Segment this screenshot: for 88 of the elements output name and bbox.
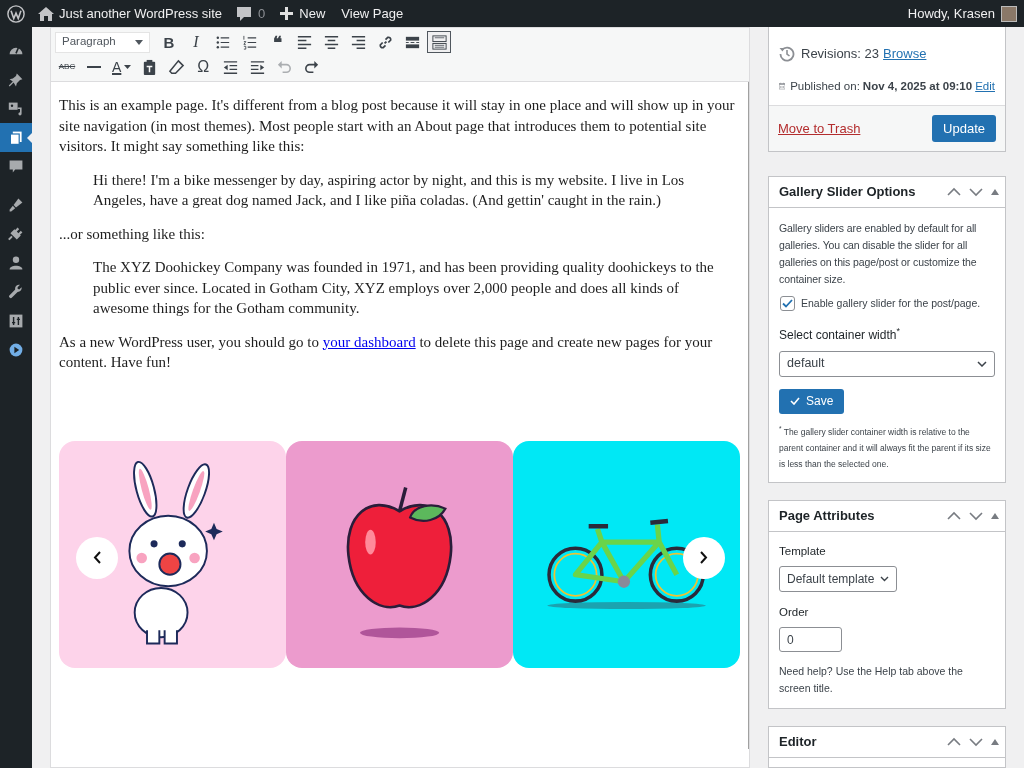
brush-icon	[8, 196, 24, 213]
eraser-icon	[167, 58, 185, 76]
help-text: Need help? Use the Help tab above the screen title.	[779, 664, 964, 696]
site-name-link[interactable]: Just another WordPress site	[59, 3, 223, 24]
format-select[interactable]: Paragraph	[55, 31, 150, 53]
align-right-icon	[349, 33, 367, 51]
indent-icon	[248, 58, 266, 76]
dropdown-arrow-icon	[135, 39, 143, 45]
container-width-select[interactable]: default	[779, 350, 995, 377]
paragraph: As a new WordPress user, you should go to your dashboard to delete this page and create new pages for your content. Have fun!	[59, 332, 714, 372]
view-page-link[interactable]: View Page	[341, 3, 404, 24]
browse-link[interactable]: Browse	[883, 44, 927, 64]
wrench-icon	[8, 283, 24, 300]
link-icon	[376, 33, 394, 51]
template-label: Template	[779, 543, 827, 559]
home-icon	[38, 6, 54, 21]
toolbar-toggle-icon	[430, 33, 448, 51]
order-field[interactable]: 0	[779, 627, 842, 652]
undo-icon	[275, 58, 293, 76]
strikethrough-button[interactable]: ABC	[55, 56, 79, 78]
collapse-icon[interactable]	[991, 512, 999, 519]
align-left-icon	[295, 33, 313, 51]
history-icon	[779, 45, 795, 62]
collapse-icon[interactable]	[991, 739, 999, 745]
greeting[interactable]: Howdy, Krasen	[907, 3, 995, 24]
move-to-trash-link[interactable]: Move to Trash	[778, 118, 861, 138]
move-up-icon[interactable]	[947, 186, 961, 197]
chevron-right-icon	[700, 551, 708, 564]
paragraph: ...or something like this:	[59, 224, 206, 244]
move-down-icon[interactable]	[969, 186, 983, 197]
dropdown-arrow-icon	[124, 65, 132, 69]
checkmark-icon	[790, 397, 800, 405]
blockquote: Hi there! I'm a bike messenger by day, aspiring actor by night, and this is my website. I live in Los Angeles, have a great dog named Jack, and I like piña coladas. (And gettin' caught in the rain.)	[93, 170, 686, 210]
move-down-icon[interactable]	[969, 737, 983, 747]
blockquote-button[interactable]: ❝	[265, 31, 289, 53]
media-icon	[8, 100, 24, 117]
user-icon	[8, 254, 24, 271]
numbered-list-icon	[241, 33, 259, 51]
box-title: Gallery Slider Options	[779, 183, 917, 201]
menu-item[interactable]	[0, 123, 32, 152]
revisions-text: Revisions: 23	[801, 45, 880, 63]
edit-date-link[interactable]: Edit	[975, 77, 995, 95]
sliders-icon	[8, 312, 24, 329]
current-indicator	[27, 133, 32, 143]
toolbar-toggle-button[interactable]	[427, 31, 451, 53]
special-character-button[interactable]: Ω	[191, 56, 216, 78]
italic-button[interactable]: I	[184, 31, 208, 53]
blockquote: The XYZ Doohickey Company was founded in 1971, and has been providing quality doohickeys to the public ever since. Located in Gotham City, XYZ employs over 2,000 people and does all kinds of awesome things for the Gotham community.	[93, 258, 715, 318]
footnote: $^{*}$ The gallery slider container width is relative to the parent container and it will always fit the parent if its size is less than the selected one.	[779, 424, 992, 471]
checkmark-icon	[782, 299, 793, 309]
avatar-placeholder	[1001, 5, 1017, 22]
update-button[interactable]: Update	[932, 114, 996, 142]
chevron-left-icon	[93, 551, 101, 564]
move-up-icon[interactable]	[947, 510, 961, 521]
text-color-button[interactable]: A	[109, 56, 135, 78]
order-label: Order	[779, 604, 810, 620]
comment-icon	[8, 158, 24, 175]
comment-count[interactable]: 0	[258, 3, 266, 24]
enable-slider-checkbox[interactable]	[780, 296, 795, 312]
comment-icon	[236, 5, 253, 22]
align-center-icon	[322, 33, 340, 51]
new-link[interactable]: New	[299, 3, 326, 24]
bold-button[interactable]: B	[157, 31, 181, 53]
box-title: Page Attributes	[779, 506, 876, 525]
wordpress-logo-icon[interactable]	[7, 4, 25, 23]
box-title: Editor	[779, 733, 818, 752]
chevron-down-icon	[880, 575, 890, 582]
pages-icon	[8, 129, 24, 146]
enable-slider-label: Enable gallery slider for the post/page.	[801, 295, 981, 311]
play-icon	[8, 341, 24, 358]
template-select[interactable]: Default template	[779, 565, 898, 592]
paragraph: This is an example page. It's different from a blog post because it will stay in one place and will show up in your site navigation (in most themes). Most people start with an About page that introduces them to potential site visitors. It might say something like this:	[59, 96, 736, 156]
move-down-icon[interactable]	[969, 510, 983, 521]
plug-icon	[8, 225, 24, 242]
horizontal-line-icon	[87, 66, 101, 68]
container-width-label: Select container width$^{*}$	[779, 325, 901, 344]
dashboard-link[interactable]: your dashboard	[322, 333, 416, 350]
published-date: Nov 4, 2025 at 09:10	[862, 78, 973, 94]
published-label: Published on:	[790, 78, 860, 94]
chevron-down-icon	[977, 360, 987, 367]
move-up-icon[interactable]	[947, 737, 961, 747]
plus-icon	[280, 7, 294, 20]
collapse-icon[interactable]	[991, 188, 999, 195]
description: Gallery sliders are enabled by default for all galleries. You can disable the slider for all galleries on this page/post or customize the container size.	[779, 220, 978, 287]
save-button[interactable]: Save	[779, 388, 845, 414]
pin-icon	[8, 71, 24, 88]
outdent-icon	[221, 58, 239, 76]
redo-icon	[302, 58, 320, 76]
